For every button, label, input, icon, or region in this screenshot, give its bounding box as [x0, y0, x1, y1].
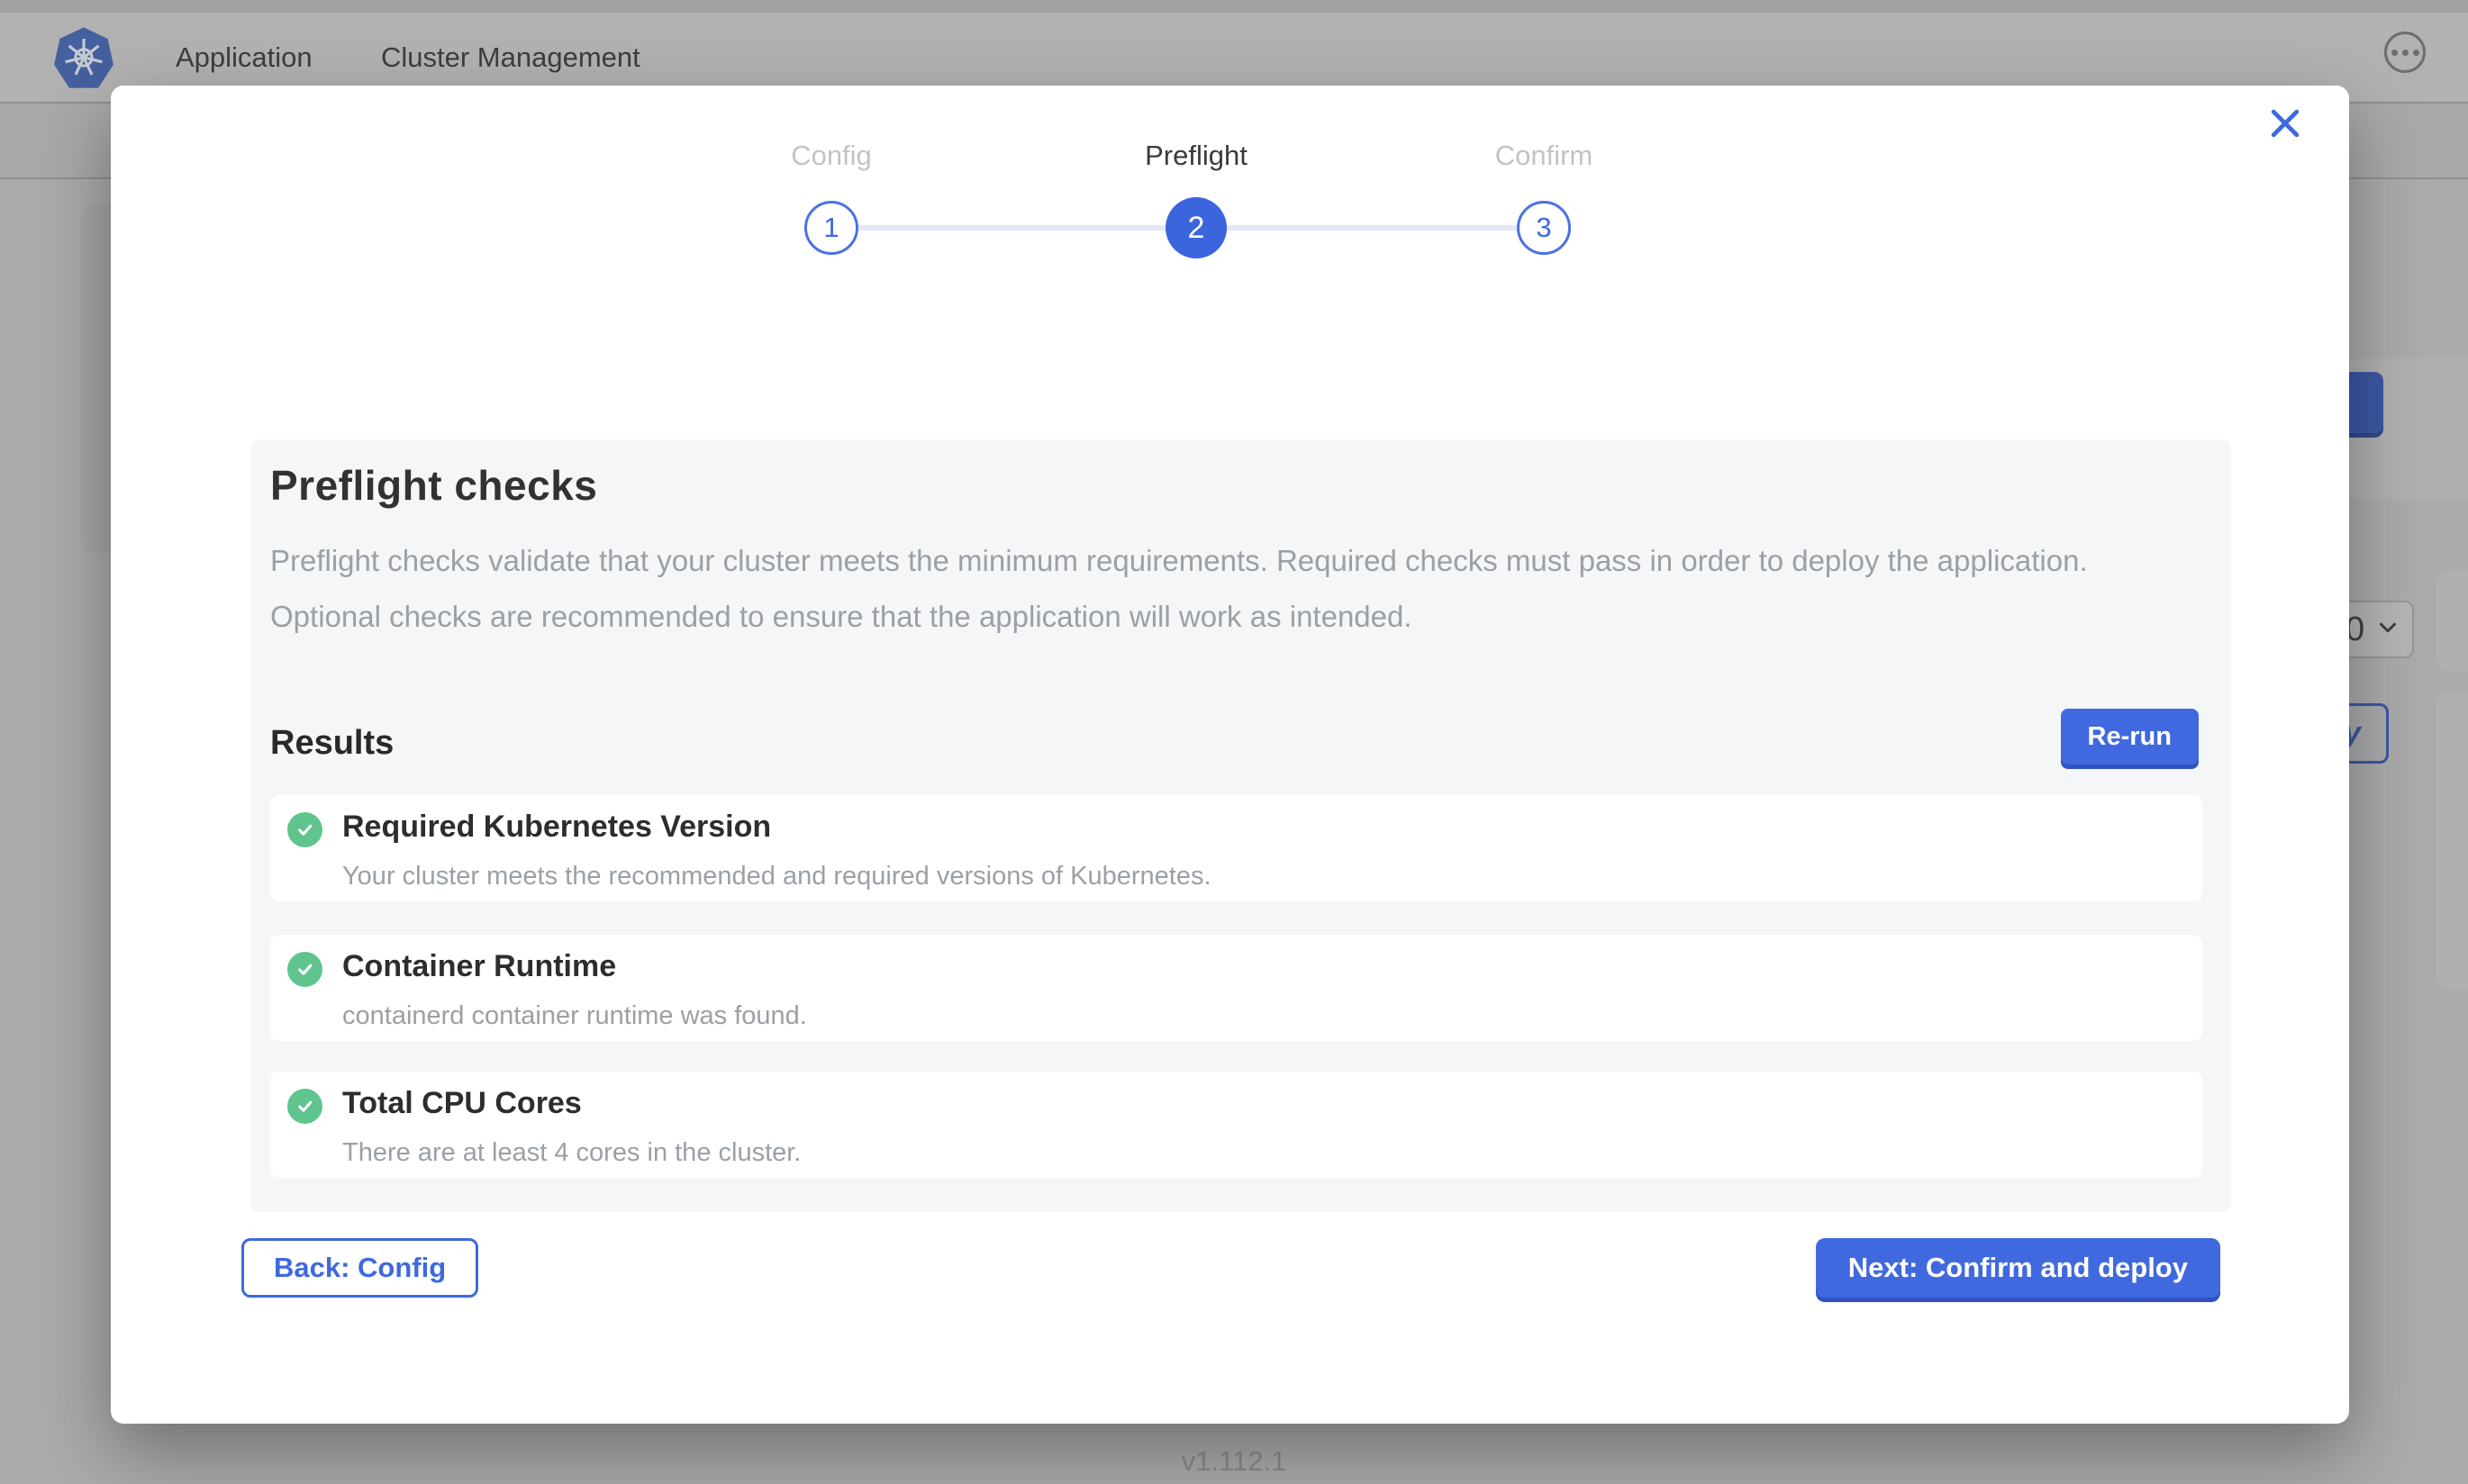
back-config-button[interactable]: Back: Config: [241, 1238, 478, 1298]
background-card-fragment-right-2: [2436, 570, 2468, 671]
step-circle-1[interactable]: 1: [804, 201, 858, 255]
step-circle-3[interactable]: 3: [1517, 201, 1571, 255]
check-title: Container Runtime: [342, 949, 616, 984]
preflight-wizard-modal: Config Preflight Confirm 1 2 3 Preflight…: [111, 86, 2349, 1424]
check-pass-icon: [287, 812, 322, 847]
step-label-confirm: Confirm: [1409, 140, 1679, 172]
step-circle-2-active[interactable]: 2: [1166, 197, 1227, 258]
check-message: There are at least 4 cores in the cluste…: [342, 1138, 801, 1168]
window-top-edge: [0, 0, 2468, 13]
page-title: Preflight checks: [270, 461, 597, 510]
preflight-check-row: Total CPU Cores There are at least 4 cor…: [270, 1072, 2202, 1178]
check-title: Required Kubernetes Version: [342, 810, 771, 845]
next-confirm-deploy-button[interactable]: Next: Confirm and deploy: [1816, 1238, 2220, 1298]
chevron-down-icon: [2374, 614, 2401, 646]
preflight-check-row: Container Runtime containerd container r…: [270, 935, 2202, 1041]
check-title: Total CPU Cores: [342, 1086, 582, 1121]
rerun-button[interactable]: Re-run: [2061, 709, 2199, 765]
check-message: containerd container runtime was found.: [342, 1001, 807, 1031]
step-label-preflight: Preflight: [1061, 140, 1331, 172]
step-label-config: Config: [696, 140, 966, 172]
kubernetes-logo-icon: [52, 25, 115, 90]
app-version-label: v1.112.1: [0, 1445, 2468, 1478]
results-heading: Results: [270, 724, 394, 763]
background-card-fragment-right-3: [2436, 693, 2468, 991]
check-pass-icon: [287, 1089, 322, 1124]
ellipsis-menu-icon[interactable]: [2384, 32, 2426, 73]
preflight-check-row: Required Kubernetes Version Your cluster…: [270, 795, 2202, 901]
check-pass-icon: [287, 952, 322, 987]
preflight-description: Preflight checks validate that your clus…: [270, 533, 2153, 645]
check-message: Your cluster meets the recommended and r…: [342, 862, 1211, 891]
close-icon[interactable]: [2265, 104, 2305, 143]
preflight-panel: Preflight checks Preflight checks valida…: [250, 439, 2231, 1212]
